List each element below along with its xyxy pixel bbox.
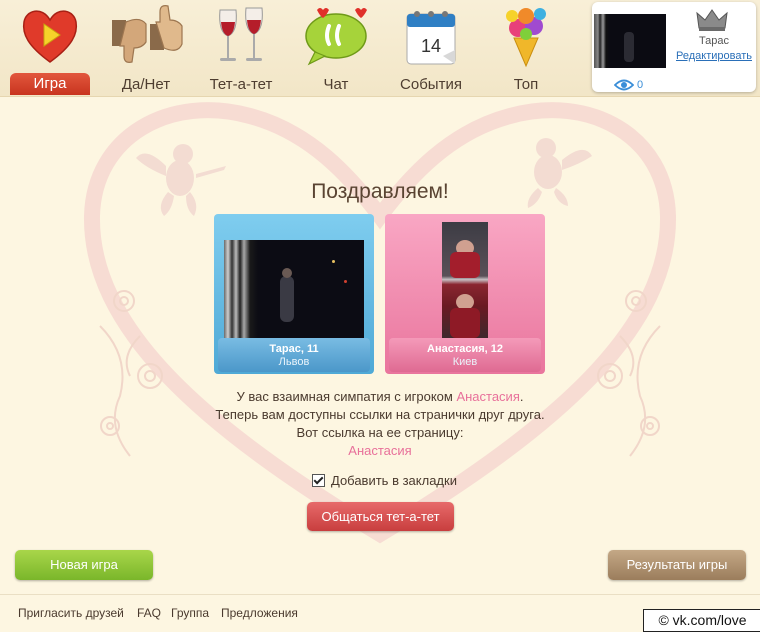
bookmark-label: Добавить в закладки [331,473,457,488]
profile-link-caption: Вот ссылка на ее страницу: [296,425,464,440]
match-player-card: Анастасия, 12 Киев [385,214,545,374]
thumbs-icon [106,4,186,72]
views-count: 0 [637,79,644,91]
tab-chat-label: Чат [323,76,349,93]
watermark: © vk.com/love [643,609,760,632]
wine-glasses-icon [214,4,268,72]
top-navigation: Игра Да/Нет Тет-а-тет Чат 14 События Топ… [0,0,760,97]
match-card-caption: Анастасия, 12 Киев [389,338,541,372]
tab-events-label: События [400,76,462,93]
bouquet-icon [496,4,556,72]
my-city: Львов [278,356,310,368]
congrats-title: Поздравляем! [311,180,449,203]
tab-top[interactable]: Топ [486,0,566,96]
tab-game-label: Игра [10,73,90,95]
game-results-button[interactable]: Результаты игры [608,550,746,580]
chat-bubble-icon [301,4,371,72]
mutual-sympathy-text: У вас взаимная симпатия с игроком Анаста… [0,389,760,404]
tab-yes-no-label: Да/Нет [121,76,171,93]
calendar-icon: 14 [403,4,459,72]
match-photo[interactable] [442,222,488,342]
tab-chat[interactable]: Чат [296,0,376,96]
my-card-caption: Тарас, 11 Львов [218,338,370,372]
invite-friends-link[interactable]: Пригласить друзей [18,606,124,620]
bookmark-checkbox[interactable] [312,474,325,487]
new-game-button[interactable]: Новая игра [15,550,153,580]
sympathy-name-link[interactable]: Анастасия [456,389,519,404]
tab-events[interactable]: 14 События [390,0,472,96]
match-name-age: Анастасия, 12 [427,343,503,355]
tab-tete-a-tete-label: Тет-а-тет [209,76,273,93]
chat-tete-a-tete-button[interactable]: Общаться тет-а-тет [307,502,454,531]
match-profile-link-row: Анастасия [0,443,760,458]
tab-tete-a-tete[interactable]: Тет-а-тет [200,0,282,96]
my-name-age: Тарас, 11 [269,343,319,355]
tab-yes-no[interactable]: Да/Нет [104,0,188,96]
crown-icon [696,8,728,37]
my-player-card: Тарас, 11 Львов [214,214,374,374]
tab-top-label: Топ [513,76,539,93]
edit-profile-link[interactable]: Редактировать [672,50,756,62]
match-profile-link[interactable]: Анастасия [348,443,411,458]
match-city: Киев [452,356,478,368]
tab-game[interactable]: Игра [10,0,90,96]
links-available-text: Теперь вам доступны ссылки на странички … [215,407,545,422]
my-photo[interactable] [224,240,364,340]
group-link[interactable]: Группа [171,606,209,620]
suggestions-link[interactable]: Предложения [221,606,298,620]
background-heart-decoration [83,102,677,544]
profile-name: Тарас [698,35,730,47]
profile-box: Тарас Редактировать 0 [592,2,756,92]
eye-icon [613,78,635,96]
sympathy-suffix: . [519,389,524,404]
heart-play-icon [20,4,80,72]
bookmark-option: Добавить в закладки [312,473,457,488]
sympathy-prefix: У вас взаимная симпатия с игроком [236,389,457,404]
profile-photo[interactable] [594,14,666,68]
calendar-day: 14 [421,36,441,56]
faq-link[interactable]: FAQ [137,606,161,620]
